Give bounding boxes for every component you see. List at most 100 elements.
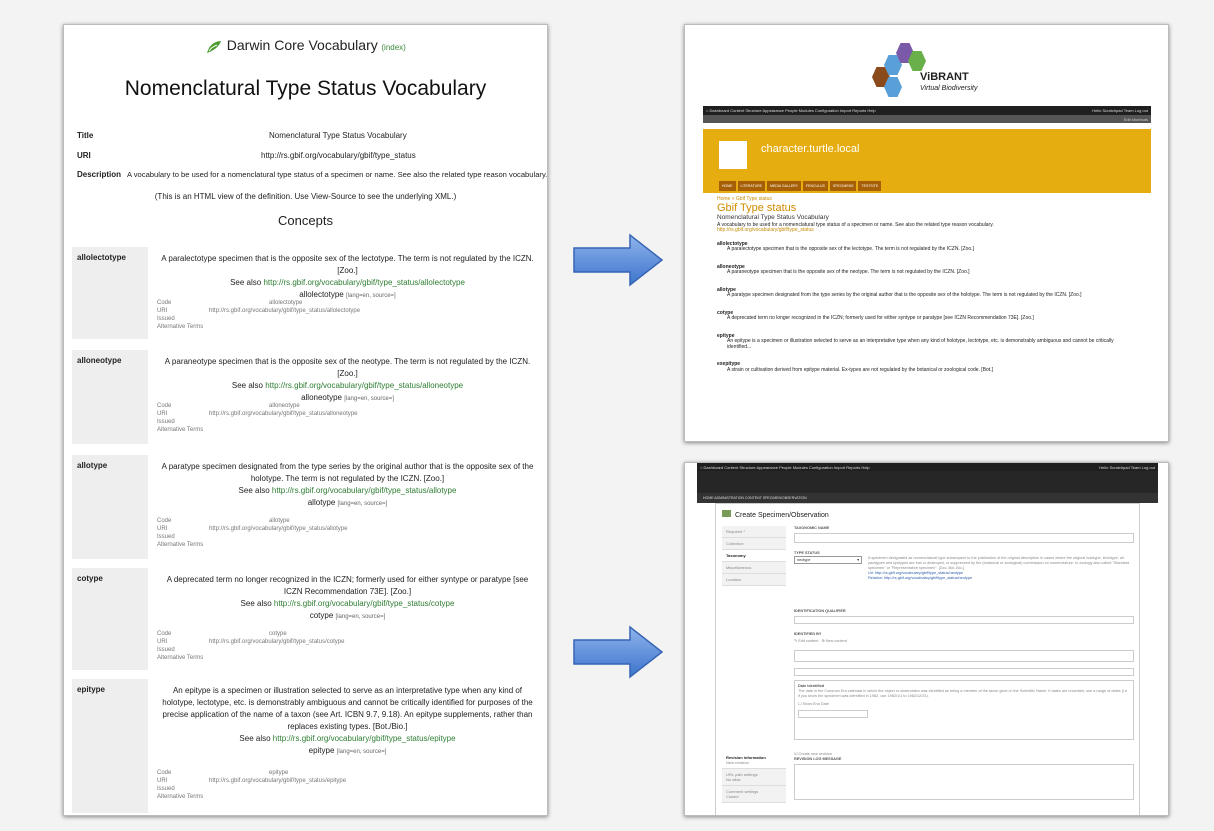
- term-description: A paratype specimen designated from the …: [157, 461, 538, 510]
- term-uri-link[interactable]: http://rs.gbif.org/vocabulary/gbif/type_…: [272, 486, 457, 495]
- tab-revision[interactable]: Revision information New revision: [722, 752, 786, 769]
- tab-comment[interactable]: Comment settings Closed: [722, 786, 786, 803]
- scratchpad-vocabulary-screenshot: ViBRANT Virtual Biodiversity ⌂ Dashboard…: [684, 24, 1169, 442]
- nav-item[interactable]: TESTSITE: [858, 181, 882, 191]
- page-title: Nomenclatural Type Status Vocabulary: [124, 77, 487, 100]
- identification-qualifier-label: IDENTIFICATION QUALIFIER: [794, 609, 846, 613]
- uri-value: http://rs.gbif.org/vocabulary/gbif/type_…: [209, 639, 345, 645]
- uri-label: URI: [157, 778, 168, 784]
- term-name: cotype: [72, 568, 148, 670]
- nav-item[interactable]: FENCULUS: [802, 181, 828, 191]
- overlay-tabs[interactable]: HOME ADMINISTRATION CONTENT SPECIMEN/OBS…: [697, 493, 1158, 503]
- tab-url-path[interactable]: URL path settings No alias: [722, 769, 786, 786]
- toolbar-menu[interactable]: Dashboard Content Structure Appearance P…: [704, 465, 870, 470]
- taxonomic-name-input[interactable]: [794, 533, 1134, 543]
- revision-pane: ☑ Create new revision REVISION LOG MESSA…: [794, 752, 1134, 800]
- identification-qualifier-input[interactable]: [794, 616, 1134, 624]
- uri-value: http://rs.gbif.org/vocabulary/gbif/type_…: [209, 526, 348, 532]
- edit-content-label: Edit content: [798, 639, 819, 643]
- lang-note: [lang=en, source=]: [335, 614, 386, 620]
- code-label: Code: [157, 403, 172, 409]
- tab-collection[interactable]: Collection: [722, 538, 786, 550]
- date-input[interactable]: [798, 710, 868, 718]
- meta-value: Nomenclatural Type Status Vocabulary: [269, 131, 407, 140]
- admin-toolbar[interactable]: ⌂ Dashboard Content Structure Appearance…: [703, 106, 1151, 115]
- code-label: Code: [157, 631, 172, 637]
- form-title-text: Create Specimen/Observation: [735, 512, 829, 519]
- gbif-content: Home » Gbif Type status Gbif Type status…: [717, 196, 1137, 373]
- issued-label: Issued: [157, 316, 175, 322]
- edit-content-button[interactable]: ✎ Edit content: [794, 639, 818, 643]
- date-identified-fieldset: Date Identified The date in the Common E…: [794, 680, 1134, 740]
- edit-shortcuts-link[interactable]: Edit shortcuts: [1124, 117, 1148, 122]
- tab-location[interactable]: Location: [722, 574, 786, 586]
- term-name-lang: epitype: [308, 746, 335, 755]
- index-link[interactable]: (index): [381, 43, 405, 52]
- term-name-lang: allolectotype: [299, 290, 344, 299]
- nav-item[interactable]: LITERATURE: [737, 181, 766, 191]
- term-codes: Code allotype URI http://rs.gbif.org/vocab…: [157, 517, 347, 549]
- meta-value: A vocabulary to be used for a nomenclatu…: [127, 170, 548, 179]
- taxonomy-pane: TAXONOMIC NAME TYPE STATUS neotype ▾ A sp…: [794, 526, 1134, 740]
- term-uri-link[interactable]: http://rs.gbif.org/vocabulary/gbif/type_…: [263, 278, 464, 287]
- nav-item[interactable]: MEDIA GALLERY: [767, 181, 801, 191]
- term-desc-text: A paratype specimen designated from the …: [161, 462, 534, 483]
- identified-by-actions: ✎ Edit content ⊕ New content: [794, 639, 1134, 644]
- site-name[interactable]: character.turtle.local: [761, 143, 859, 155]
- see-also-label: See also: [230, 278, 262, 287]
- term-name: allotype: [72, 455, 148, 559]
- tab-required[interactable]: Required *: [722, 526, 786, 538]
- gbif-page-title: Gbif Type status: [717, 201, 797, 214]
- vocabulary-document: Darwin Core Vocabulary (index) Nomenclat…: [63, 24, 548, 816]
- nav-item[interactable]: HOME: [719, 181, 736, 191]
- term-uri-link[interactable]: http://rs.gbif.org/vocabulary/gbif/type_…: [265, 381, 463, 390]
- comment-sub: Closed: [726, 794, 739, 799]
- tab-taxonomy[interactable]: Taxonomy: [722, 550, 786, 562]
- see-also-label: See also: [231, 381, 263, 390]
- alt-terms-label: Alternative Terms: [157, 655, 204, 661]
- logo-row: Darwin Core Vocabulary (index): [64, 37, 547, 55]
- toolbar-menu[interactable]: Dashboard Content Structure Appearance P…: [710, 108, 876, 113]
- type-status-select[interactable]: neotype ▾: [794, 556, 862, 564]
- term-uri-link[interactable]: http://rs.gbif.org/vocabulary/gbif/type_…: [274, 599, 455, 608]
- term-description: An epitype is a specimen or illustration…: [157, 685, 538, 758]
- tab-miscellaneous[interactable]: Miscellaneous: [722, 562, 786, 574]
- code-label: Code: [157, 300, 172, 306]
- uri-value: http://rs.gbif.org/vocabulary/gbif/type_…: [209, 411, 358, 417]
- meta-key: URI: [77, 151, 91, 160]
- identified-by-input-2[interactable]: [794, 668, 1134, 676]
- term-cotype: cotype A deprecated term no longer recog…: [72, 568, 538, 670]
- term-uri-link[interactable]: http://rs.gbif.org/vocabulary/gbif/type_…: [273, 734, 456, 743]
- vocab-title: Nomenclatural Type Status Vocabulary: [717, 214, 829, 221]
- term-description: A paraneotype specimen that is the oppos…: [157, 356, 538, 405]
- alt-terms-label: Alternative Terms: [157, 542, 204, 548]
- vibrant-logo: ViBRANT Virtual Biodiversity: [860, 33, 1000, 101]
- term-codes: Code allolectotype URI http://rs.gbif.org/…: [157, 299, 360, 331]
- new-content-button[interactable]: ⊕ New content: [821, 639, 846, 643]
- html-view-note: (This is an HTML view of the definition.…: [154, 192, 457, 201]
- see-also-label: See also: [238, 486, 270, 495]
- user-links[interactable]: Hello Scratchpad Team Log out: [1099, 465, 1155, 470]
- show-end-date-checkbox[interactable]: ☐ Show End Date: [798, 702, 1130, 707]
- term-epitype: epitype An epitype is a specimen or illu…: [72, 679, 538, 813]
- type-status-value: neotype: [797, 558, 811, 562]
- type-uri-link[interactable]: Uri: http://rs.gbif.org/vocabulary/gbif/…: [868, 571, 963, 575]
- arrow-right-icon: [573, 625, 664, 679]
- type-relation-link[interactable]: Relation: http://rs.gbif.org/vocabulary/…: [868, 576, 972, 580]
- nav-item[interactable]: SPECIMENS: [829, 181, 857, 191]
- code-value: allolectotype: [269, 300, 303, 306]
- admin-toolbar[interactable]: ⌂ Dashboard Content Structure Appearance…: [697, 463, 1158, 471]
- entry-desc: A paraneotype specimen that is the oppos…: [727, 269, 970, 275]
- issued-label: Issued: [157, 419, 175, 425]
- uri-label: URI: [157, 308, 168, 314]
- term-alloneotype: alloneotype A paraneotype specimen that …: [72, 350, 538, 444]
- shortcuts-bar: Edit shortcuts: [703, 115, 1151, 123]
- identified-by-input[interactable]: [794, 650, 1134, 662]
- vocab-uri[interactable]: http://rs.gbif.org/vocabulary/gbif/type_…: [717, 227, 1137, 234]
- revision-log-textarea[interactable]: [794, 764, 1134, 800]
- taxonomic-name-label: TAXONOMIC NAME: [794, 526, 830, 530]
- term-codes: Code epitype URI http://rs.gbif.org/vocabu…: [157, 769, 346, 801]
- term-description: A deprecated term no longer recognized i…: [157, 574, 538, 623]
- uri-label: URI: [157, 411, 168, 417]
- user-links[interactable]: Hello Scratchpad Team Log out: [1092, 108, 1148, 113]
